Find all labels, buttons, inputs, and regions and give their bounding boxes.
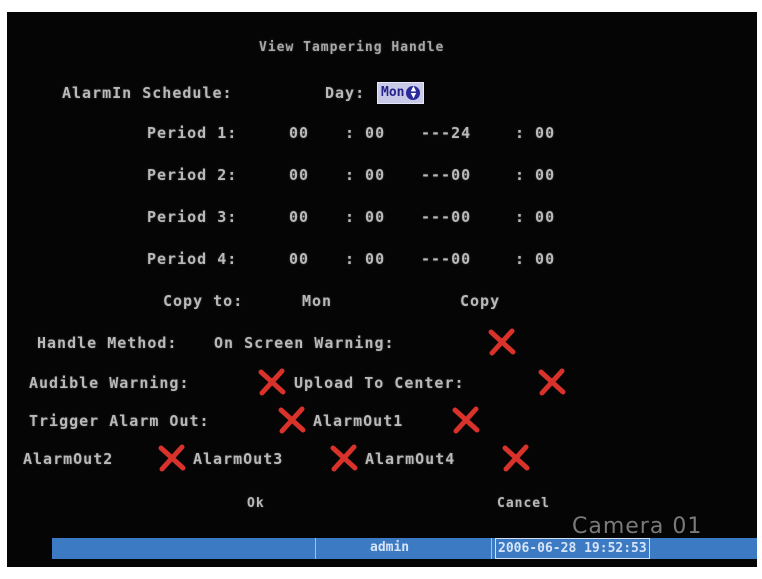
- period-2-start-minute[interactable]: : 00: [345, 166, 385, 184]
- period-2-label: Period 2:: [147, 166, 238, 184]
- period-3-end-hour[interactable]: ---00: [421, 208, 471, 226]
- on-screen-warning-label: On Screen Warning:: [214, 334, 395, 352]
- status-bar: admin 2006-06-28 19:52:53: [52, 538, 757, 559]
- period-4-start-minute[interactable]: : 00: [345, 250, 385, 268]
- copy-button[interactable]: Copy: [460, 292, 500, 310]
- period-3-start-minute[interactable]: : 00: [345, 208, 385, 226]
- day-label: Day:: [325, 84, 366, 102]
- status-user: admin: [370, 540, 410, 555]
- upload-to-center-x-mark-icon[interactable]: [537, 367, 567, 397]
- period-1-end-hour[interactable]: ---24: [421, 124, 471, 142]
- status-segment-empty: [52, 538, 316, 559]
- period-4-end-minute[interactable]: : 00: [515, 250, 555, 268]
- period-2-start-hour[interactable]: 00: [289, 166, 309, 184]
- period-1-end-minute[interactable]: : 00: [515, 124, 555, 142]
- period-3-end-minute[interactable]: : 00: [515, 208, 555, 226]
- period-2-end-hour[interactable]: ---00: [421, 166, 471, 184]
- copy-to-label: Copy to:: [163, 292, 244, 310]
- copy-to-select[interactable]: Mon: [302, 292, 332, 310]
- cancel-button[interactable]: Cancel: [497, 496, 550, 511]
- trigger-alarm-out-label: Trigger Alarm Out:: [29, 412, 210, 430]
- upload-to-center-label: Upload To Center:: [294, 374, 465, 392]
- audible-warning-label: Audible Warning:: [29, 374, 190, 392]
- period-1-start-hour[interactable]: 00: [289, 124, 309, 142]
- audible-warning-x-mark-icon[interactable]: [257, 367, 287, 397]
- alarm-out-4-label: AlarmOut4: [365, 450, 456, 468]
- dvr-screen: View Tampering Handle AlarmIn Schedule: …: [7, 12, 757, 567]
- page-title: View Tampering Handle: [259, 40, 445, 55]
- period-4-start-hour[interactable]: 00: [289, 250, 309, 268]
- alarm-out-1-label: AlarmOut1: [313, 412, 404, 430]
- period-1-start-minute[interactable]: : 00: [345, 124, 385, 142]
- on-screen-warning-x-mark-icon[interactable]: [487, 327, 517, 357]
- alarm-out-3-label: AlarmOut3: [193, 450, 284, 468]
- day-select[interactable]: Mon ▲ ▼: [377, 82, 425, 104]
- camera-name-overlay: Camera 01: [572, 514, 703, 539]
- period-2-end-minute[interactable]: : 00: [515, 166, 555, 184]
- alarm-out-2-x-mark-icon[interactable]: [157, 443, 187, 473]
- period-3-label: Period 3:: [147, 208, 238, 226]
- handle-method-label: Handle Method:: [37, 334, 178, 352]
- period-3-start-hour[interactable]: 00: [289, 208, 309, 226]
- day-select-value: Mon: [381, 85, 405, 100]
- period-4-end-hour[interactable]: ---00: [421, 250, 471, 268]
- alarm-out-3-x-mark-icon[interactable]: [329, 443, 359, 473]
- alarm-out-2-label: AlarmOut2: [23, 450, 114, 468]
- status-datetime: 2006-06-28 19:52:53: [495, 538, 650, 559]
- alarmin-schedule-label: AlarmIn Schedule:: [62, 84, 233, 102]
- alarm-out-4-x-mark-icon[interactable]: [501, 443, 531, 473]
- period-4-label: Period 4:: [147, 250, 238, 268]
- spin-arrows-icon: ▲ ▼: [406, 84, 421, 100]
- period-1-label: Period 1:: [147, 124, 238, 142]
- alarm-out-1-x-mark-icon[interactable]: [451, 405, 481, 435]
- ok-button[interactable]: Ok: [247, 496, 265, 511]
- trigger-alarm-out-x-mark-icon[interactable]: [277, 405, 307, 435]
